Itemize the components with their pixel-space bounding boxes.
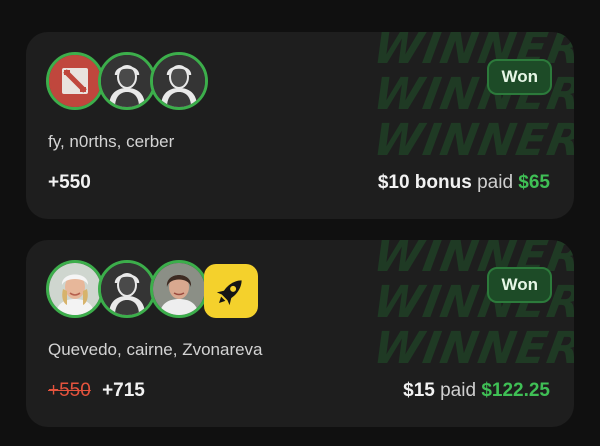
player-silhouette-icon — [150, 52, 208, 110]
bet-card-2[interactable]: WINNER!! WINNER!! WINNER!! Won Quevedo, … — [26, 240, 574, 427]
paid-label: paid — [440, 380, 477, 401]
won-badge: Won — [487, 267, 552, 303]
paid-label: paid — [477, 172, 514, 193]
paid-amount: $122.25 — [481, 380, 550, 401]
participant-names: fy, n0rths, cerber — [48, 132, 175, 151]
player-photo-brunette — [150, 260, 208, 318]
won-badge: Won — [487, 59, 552, 95]
rocket-boost-icon — [204, 264, 258, 318]
bet-card-1[interactable]: WINNER!! WINNER!! WINNER!! Won fy, n0rth… — [26, 32, 574, 219]
odds-current: +550 — [48, 172, 91, 193]
odds-value: +550 +715 — [48, 380, 145, 402]
stake-amount: $15 — [403, 380, 435, 401]
odds-value: +550 — [48, 172, 91, 194]
payout-summary: $10 bonus paid $65 — [378, 172, 550, 194]
player-silhouette-icon — [98, 52, 156, 110]
participant-names: Quevedo, cairne, Zvonareva — [48, 340, 263, 359]
player-silhouette-icon — [98, 260, 156, 318]
paid-amount: $65 — [518, 172, 550, 193]
odds-original-struck: +550 — [48, 380, 91, 401]
stake-amount: $10 bonus — [377, 172, 472, 193]
odds-boosted: +715 — [102, 380, 145, 401]
dota2-icon — [46, 52, 104, 110]
player-photo-blonde — [46, 260, 104, 318]
payout-summary: $15 paid $122.25 — [403, 380, 550, 402]
